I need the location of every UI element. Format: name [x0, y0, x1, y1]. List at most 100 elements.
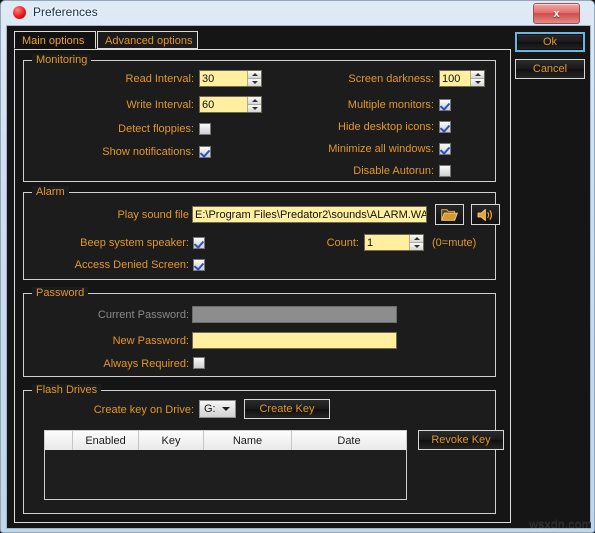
label-disable-autorun: Disable Autorun:: [353, 165, 434, 177]
write-interval-spinner[interactable]: 60: [199, 96, 262, 113]
ok-button-label: Ok: [542, 36, 558, 48]
read-interval-spin-down[interactable]: [248, 79, 261, 86]
browse-sound-file-button[interactable]: [435, 204, 464, 225]
ok-button[interactable]: Ok: [515, 32, 585, 52]
chevron-down-icon: [474, 81, 481, 84]
keys-table-col-0: [45, 431, 73, 450]
current-password-input: [192, 306, 397, 323]
write-interval-value[interactable]: 60: [200, 97, 247, 112]
chevron-down-icon: [413, 245, 420, 248]
red-circle-icon: [13, 6, 26, 19]
checkbox-minimize-all-windows[interactable]: [439, 143, 451, 155]
cancel-button[interactable]: Cancel: [515, 59, 585, 79]
label-multiple-monitors: Multiple monitors:: [347, 99, 434, 111]
chevron-down-icon: [251, 107, 258, 110]
read-interval-spin-up[interactable]: [248, 71, 261, 79]
cancel-button-label: Cancel: [532, 63, 568, 75]
checkbox-disable-autorun[interactable]: [439, 165, 451, 177]
tab-advanced-options[interactable]: Advanced options: [97, 31, 198, 49]
chevron-down-icon: [222, 407, 230, 411]
label-detect-floppies: Detect floppies:: [118, 123, 194, 135]
label-current-password: Current Password:: [97, 309, 189, 321]
label-play-sound-file: Play sound file: [117, 209, 189, 221]
count-spinner[interactable]: 1: [364, 234, 424, 251]
play-sound-button[interactable]: [471, 204, 500, 225]
label-new-password: New Password:: [112, 335, 189, 347]
keys-table-col-enabled: Enabled: [73, 431, 139, 450]
keys-table-header: Enabled Key Name Date: [45, 431, 406, 451]
screen-darkness-spin-down[interactable]: [471, 79, 484, 86]
group-alarm: Alarm Play sound file E:\Program Files\P…: [23, 186, 500, 280]
keys-table-col-key: Key: [139, 431, 204, 450]
group-password-title: Password: [32, 287, 89, 299]
drive-select[interactable]: G:: [199, 400, 236, 418]
checkbox-access-denied-screen[interactable]: [193, 259, 205, 271]
tab-strip: Main options Advanced options: [14, 31, 511, 50]
screen-darkness-spin-up[interactable]: [471, 71, 484, 79]
chevron-up-icon: [474, 73, 481, 76]
chevron-up-icon: [251, 73, 258, 76]
checkbox-hide-desktop-icons[interactable]: [439, 121, 451, 133]
screen-darkness-value[interactable]: 100: [440, 71, 470, 86]
play-sound-file-input[interactable]: E:\Program Files\Predator2\sounds\ALARM.…: [192, 206, 427, 223]
count-spin-buttons[interactable]: [409, 235, 423, 250]
chevron-up-icon: [413, 237, 420, 240]
label-write-interval: Write Interval:: [126, 99, 194, 111]
label-hide-desktop-icons: Hide desktop icons:: [338, 121, 434, 133]
group-flash-drives-title: Flash Drives: [32, 384, 102, 396]
folder-open-icon: [441, 208, 458, 221]
write-interval-spin-down[interactable]: [248, 105, 261, 112]
checkbox-multiple-monitors[interactable]: [439, 99, 451, 111]
label-read-interval: Read Interval:: [125, 73, 194, 85]
screen-darkness-spin-buttons[interactable]: [470, 71, 484, 86]
speaker-icon: [477, 208, 492, 221]
keys-table[interactable]: Enabled Key Name Date: [44, 430, 407, 500]
checkbox-show-notifications[interactable]: [199, 146, 211, 158]
close-button[interactable]: x: [533, 3, 580, 24]
create-key-button[interactable]: Create Key: [244, 399, 330, 419]
revoke-key-button[interactable]: Revoke Key: [418, 430, 504, 450]
read-interval-spin-buttons[interactable]: [247, 71, 261, 86]
write-interval-spin-buttons[interactable]: [247, 97, 261, 112]
read-interval-spinner[interactable]: 30: [199, 70, 262, 87]
group-flash-drives: Flash Drives Create key on Drive: G: Cre…: [23, 384, 504, 514]
label-always-required: Always Required:: [103, 358, 189, 370]
label-create-key-on-drive: Create key on Drive:: [93, 404, 194, 416]
label-show-notifications: Show notifications:: [102, 146, 194, 158]
new-password-input[interactable]: [192, 332, 397, 349]
count-spin-down[interactable]: [410, 243, 423, 250]
label-beep-system-speaker: Beep system speaker:: [80, 237, 189, 249]
keys-table-col-date: Date: [337, 434, 361, 447]
keys-table-body[interactable]: [45, 450, 406, 499]
count-spin-up[interactable]: [410, 235, 423, 243]
checkbox-always-required[interactable]: [193, 357, 205, 369]
drive-select-value: G:: [204, 403, 216, 415]
watermark: wsxdn.com: [529, 517, 592, 531]
title-bar: Preferences x: [1, 1, 594, 25]
label-screen-darkness: Screen darkness:: [348, 73, 434, 85]
keys-table-col-name: Name: [204, 431, 292, 450]
group-monitoring-title: Monitoring: [32, 54, 92, 66]
label-count-hint: (0=mute): [432, 237, 477, 249]
revoke-key-button-label: Revoke Key: [431, 434, 491, 446]
read-interval-value[interactable]: 30: [200, 71, 247, 86]
checkbox-detect-floppies[interactable]: [199, 123, 211, 135]
screen-darkness-spinner[interactable]: 100: [439, 70, 485, 87]
dialog-client-area: Main options Advanced options Monitoring…: [6, 25, 591, 529]
close-icon: x: [553, 7, 560, 20]
tab-main-options-label: Main options: [22, 35, 85, 47]
tab-page-main-options: Monitoring Read Interval: 30 Write Inter…: [14, 49, 511, 523]
write-interval-spin-up[interactable]: [248, 97, 261, 105]
create-key-button-label: Create Key: [259, 403, 315, 415]
label-minimize-all-windows: Minimize all windows:: [328, 143, 434, 155]
count-value[interactable]: 1: [365, 235, 409, 250]
os-window-frame: Preferences x Main options Advanced opti…: [0, 0, 595, 533]
tab-advanced-options-label: Advanced options: [105, 35, 193, 47]
group-monitoring: Monitoring Read Interval: 30 Write Inter…: [23, 54, 496, 182]
tab-main-options[interactable]: Main options: [14, 31, 96, 49]
window-title: Preferences: [33, 5, 98, 19]
group-password: Password Current Password: New Password:…: [23, 287, 496, 377]
chevron-down-icon: [251, 81, 258, 84]
label-access-denied-screen: Access Denied Screen:: [74, 259, 189, 271]
checkbox-beep-system-speaker[interactable]: [193, 237, 205, 249]
